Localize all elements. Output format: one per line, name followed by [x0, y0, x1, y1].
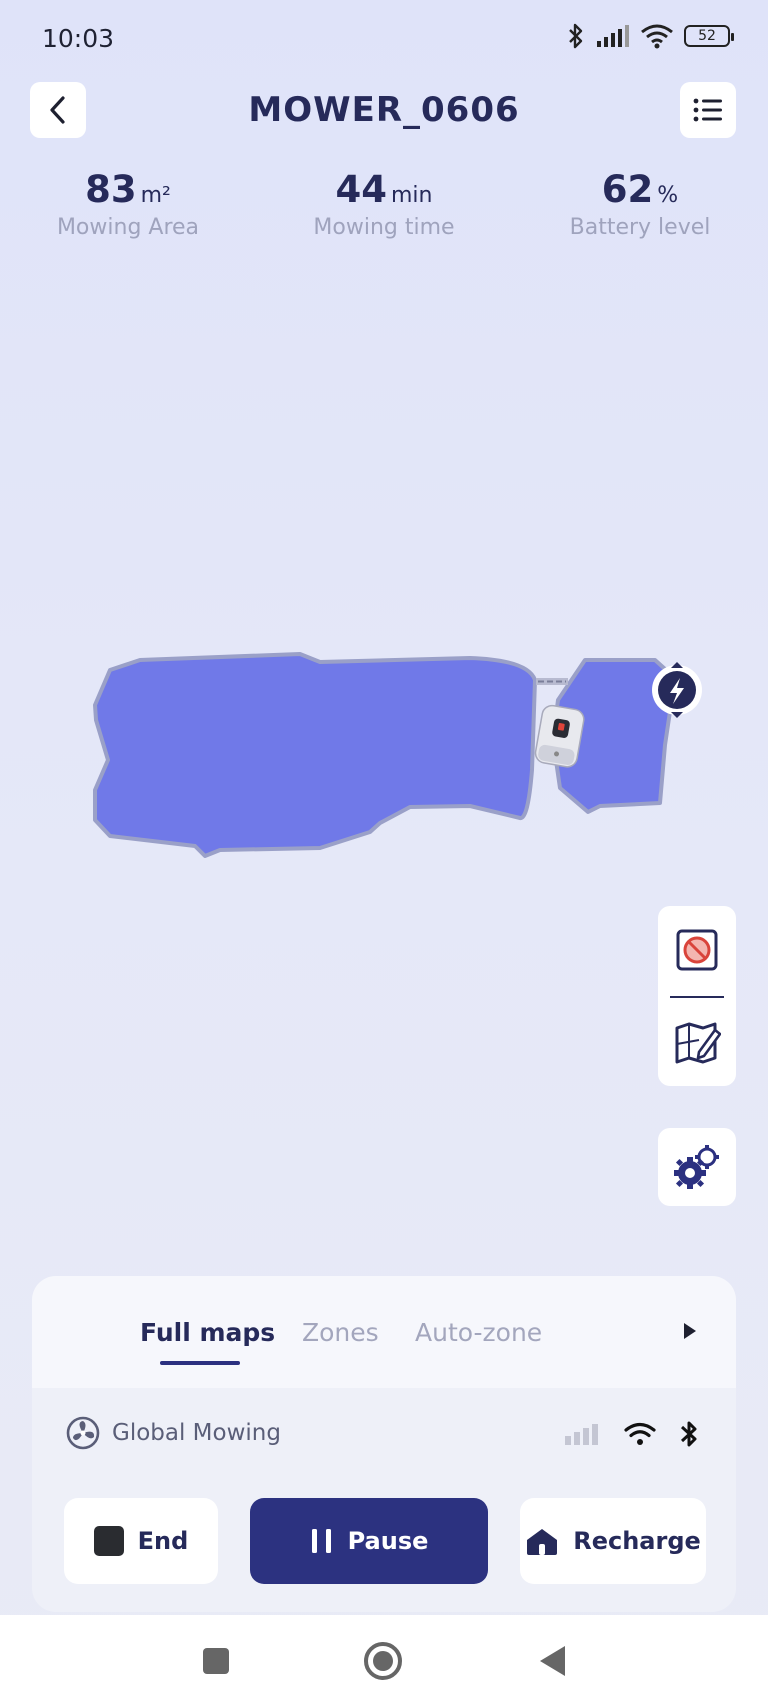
bluetooth-icon — [680, 1421, 697, 1447]
home-icon — [527, 1529, 558, 1555]
control-panel: Full maps Zones Auto-zone Global Mowing — [32, 1276, 736, 1612]
active-tab-indicator — [160, 1361, 240, 1365]
cellular-signal-icon — [565, 1424, 598, 1445]
stat-mowing-time: 44 min Mowing time — [256, 168, 512, 240]
map-tabs: Full maps Zones Auto-zone — [32, 1276, 736, 1388]
cell-signal-icon — [597, 25, 629, 47]
home-nav-button[interactable] — [361, 1639, 405, 1683]
zone-connector-path — [536, 678, 568, 685]
fan-blade-icon — [66, 1416, 100, 1450]
map-edit-icon — [675, 1022, 721, 1064]
wifi-icon — [624, 1422, 656, 1445]
mower-icon[interactable] — [534, 704, 585, 768]
stat-unit: min — [391, 183, 433, 208]
bluetooth-status-icon — [569, 23, 583, 49]
stat-mowing-area: 83 m² Mowing Area — [0, 168, 256, 240]
pause-icon — [311, 1529, 331, 1553]
edit-map-button[interactable] — [658, 998, 736, 1086]
connection-icons — [564, 1418, 700, 1450]
tab-full-maps[interactable]: Full maps — [140, 1318, 275, 1347]
tab-auto-zone[interactable]: Auto-zone — [415, 1318, 542, 1347]
square-icon — [203, 1648, 229, 1674]
header: MOWER_0606 — [0, 80, 768, 180]
system-nav-bar — [0, 1615, 768, 1707]
stat-label: Mowing time — [313, 215, 455, 240]
recharge-button-label: Recharge — [573, 1527, 701, 1555]
mower-settings-button[interactable] — [658, 1128, 736, 1206]
mowing-mode-label: Global Mowing — [112, 1420, 281, 1446]
lawn-map[interactable] — [0, 600, 768, 900]
status-bar: 10:03 52 — [0, 0, 768, 80]
back-nav-button[interactable] — [530, 1639, 574, 1683]
no-go-zone-button[interactable] — [658, 906, 736, 994]
stop-icon — [93, 1526, 124, 1556]
stat-battery-level: 62% Battery level — [512, 168, 768, 240]
circle-icon — [364, 1642, 402, 1680]
triangle-back-icon — [540, 1646, 565, 1676]
end-button[interactable]: End — [64, 1498, 218, 1584]
recent-apps-button[interactable] — [194, 1639, 238, 1683]
battery-status: 52 — [684, 25, 734, 47]
stat-label: Battery level — [569, 215, 711, 240]
map-tools — [658, 906, 736, 1086]
stat-label: Mowing Area — [56, 215, 200, 240]
stat-unit: m² — [140, 183, 171, 208]
status-icons: 52 — [566, 22, 734, 50]
page-title: MOWER_0606 — [248, 90, 520, 130]
stat-unit: % — [657, 183, 679, 208]
status-time: 10:03 — [42, 24, 115, 53]
tab-zones[interactable]: Zones — [302, 1318, 379, 1347]
stats-row: 83 m² Mowing Area 44 min Mowing time 62% B… — [0, 168, 768, 240]
menu-button[interactable] — [680, 82, 736, 138]
pause-button[interactable]: Pause — [250, 1498, 488, 1584]
no-go-zone-icon — [676, 929, 718, 971]
wifi-status-icon — [641, 24, 673, 49]
recharge-button[interactable]: Recharge — [520, 1498, 706, 1584]
pause-button-label: Pause — [347, 1527, 429, 1555]
list-icon — [693, 98, 722, 122]
end-button-label: End — [137, 1527, 189, 1555]
mowing-mode-row: Global Mowing — [32, 1416, 736, 1456]
stat-value: 44 — [335, 168, 388, 211]
gears-icon — [674, 1145, 719, 1189]
stat-value: 62 — [601, 168, 654, 211]
lawn-zone-main[interactable] — [93, 652, 537, 858]
tabs-scroll-right-icon[interactable] — [682, 1322, 698, 1340]
stat-value: 83 — [85, 168, 137, 211]
